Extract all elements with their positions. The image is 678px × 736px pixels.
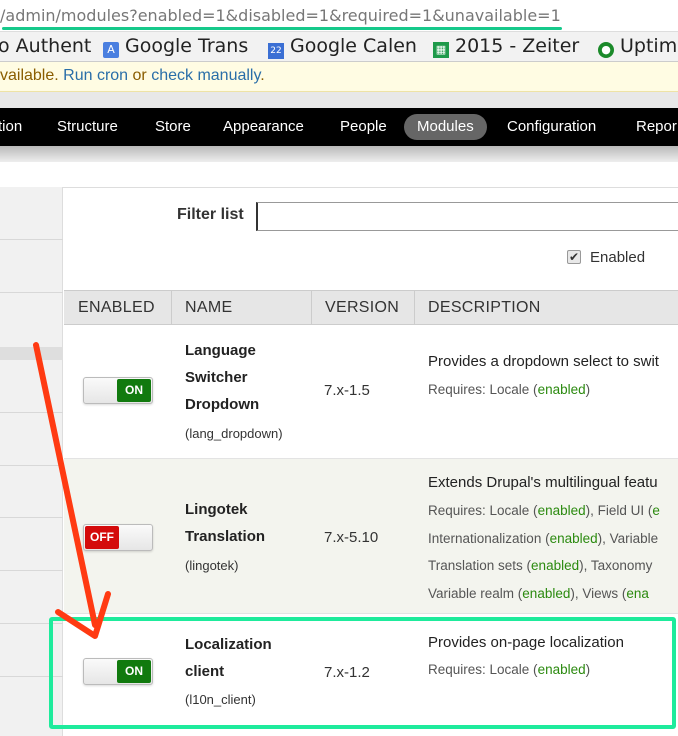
module-name: Language Switcher Dropdown [185,337,259,418]
url-text[interactable]: /admin/modules?enabled=1&disabled=1&requ… [0,6,561,25]
requires-line: Variable realm (enabled), Views (ena [428,580,660,608]
requires-line: Internationalization (enabled), Variable [428,525,660,553]
bookmark-uptime[interactable]: ● Uptim [598,35,677,58]
toggle-state-label: ON [117,379,151,402]
requires-status-link[interactable]: ena [626,586,649,601]
google-calendar-icon: 22 [268,43,284,59]
sidebar-divider [0,239,63,240]
bookmark-google-calendar[interactable]: 22 Google Calen [268,35,417,59]
toolbar-item-reports[interactable]: Repor [636,108,677,146]
bookmark-label: Google Calen [290,35,417,57]
module-machine-name: (lang_dropdown) [185,426,283,441]
requires-text: Requires: Locale ( [428,382,538,397]
run-cron-link[interactable]: Run cron [63,67,128,84]
enabled-checkbox[interactable]: ✔ [567,250,581,264]
module-description: Provides a dropdown select to swit [428,353,659,370]
requires-text: ), Views ( [570,585,627,601]
sidebar-divider [0,517,63,518]
module-name-line: Translation [185,528,266,545]
shortcut-bar [0,92,678,108]
bookmark-label: 2015 - Zeiter [455,35,580,57]
requires-line: Translation sets (enabled), Taxonomy [428,552,660,580]
toolbar-shadow [0,146,678,162]
toggle-state-label: OFF [85,526,119,549]
url-underline-annotation [2,27,562,30]
toolbar-item-people[interactable]: People [340,108,387,146]
toolbar-item-appearance[interactable]: Appearance [223,108,304,146]
module-toggle[interactable]: OFF [83,524,153,551]
uptime-icon: ● [598,42,614,58]
content-divider [63,187,678,188]
requires-status-link[interactable]: enabled [531,558,579,573]
sidebar-divider [0,347,63,360]
module-toggle[interactable]: ON [83,377,153,404]
module-version: 7.x-5.10 [324,529,379,546]
module-name-line: Lingotek [185,501,248,518]
module-version: 7.x-1.5 [324,382,370,399]
bookmark-label: Google Trans [125,35,249,57]
requires-status-link[interactable]: enabled [538,503,586,518]
toolbar-item-store[interactable]: Store [155,108,191,146]
sidebar-divider [0,412,63,413]
requires-text: ), Field UI ( [585,503,653,518]
requires-status-link[interactable]: enabled [522,586,570,601]
bookmark-spreadsheet[interactable]: ▦ 2015 - Zeiter [433,35,579,58]
bookmarks-bar: o Authent A Google Trans 22 Google Calen ▦… [0,32,678,62]
filter-input[interactable] [256,202,678,231]
module-description: Extends Drupal's multilingual featu [428,474,658,491]
bookmark-label: Uptim [620,35,678,57]
module-name-line: Language [185,342,256,359]
spreadsheet-icon: ▦ [433,42,449,58]
requires-status-link[interactable]: enabled [550,531,598,546]
filter-label: Filter list [177,206,244,223]
requires-status-link[interactable]: enabled [538,382,586,397]
requires-text: ), Taxonomy [579,558,653,573]
message-or: or [128,67,152,84]
bookmark-google-translate[interactable]: A Google Trans [103,35,248,58]
toolbar-item-configuration-partial[interactable]: tion [0,108,22,146]
bookmark-auth[interactable]: o Authent [0,35,91,57]
column-header-name: NAME [185,299,233,316]
highlight-box-annotation [49,617,676,729]
module-name: Lingotek Translation [185,496,265,550]
sidebar-divider [0,570,63,571]
requires-text: ), Variable [597,530,659,546]
enabled-checkbox-label[interactable]: Enabled [590,249,645,266]
requires-text: Variable realm ( [428,585,523,601]
column-header-version: VERSION [325,299,400,316]
bookmark-label: o Authent [0,35,92,57]
module-requires: Requires: Locale (enabled) [428,376,590,404]
modules-table-header: ENABLED NAME VERSION DESCRIPTION [64,290,678,325]
check-manually-link[interactable]: check manually [151,67,260,84]
requires-text: ) [585,382,591,397]
url-bar[interactable]: /admin/modules?enabled=1&disabled=1&requ… [0,0,678,32]
status-message: vailable. Run cron or check manually. [0,62,678,92]
module-name-line: Switcher [185,369,248,386]
requires-text: Translation sets ( [428,558,532,573]
toolbar-item-structure[interactable]: Structure [57,108,118,146]
column-header-description: DESCRIPTION [428,299,541,316]
requires-line: Requires: Locale (enabled), Field UI (e [428,497,660,525]
module-requires: Requires: Locale (enabled), Field UI (e … [428,497,660,607]
requires-status-link[interactable]: e [652,503,660,518]
module-name-line: Dropdown [185,396,260,413]
admin-toolbar: tion Structure Store Appearance People M… [0,108,678,146]
google-translate-icon: A [103,42,119,58]
toolbar-item-configuration[interactable]: Configuration [507,108,596,146]
column-header-enabled: ENABLED [78,299,155,316]
message-prefix: vailable. [0,67,64,84]
sidebar-divider [0,292,63,293]
sidebar-divider [0,465,63,466]
requires-text: Internationalization ( [428,530,550,546]
requires-text: Requires: Locale ( [428,503,538,518]
module-machine-name: (lingotek) [185,558,239,573]
toolbar-item-modules[interactable]: Modules [404,114,487,140]
message-suffix: . [260,67,265,84]
